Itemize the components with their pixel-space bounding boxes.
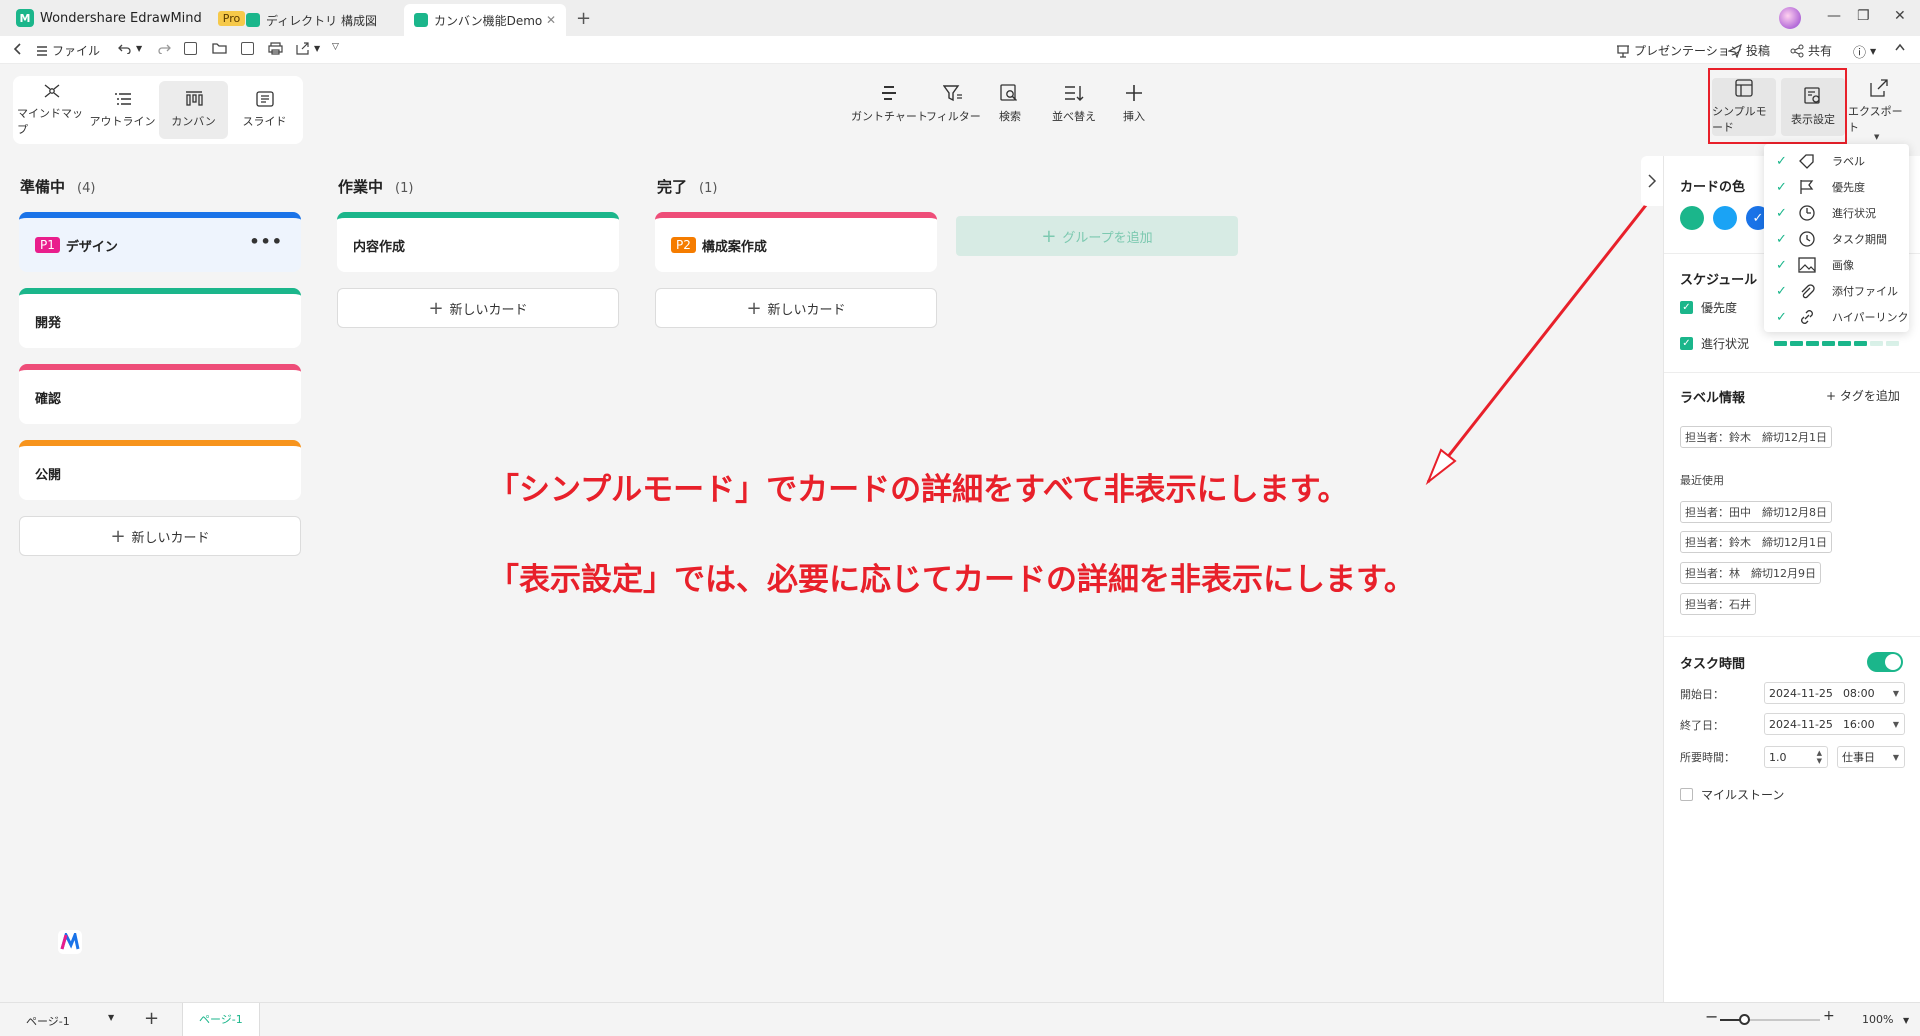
dropdown-arrow-icon: ▼ bbox=[1892, 719, 1899, 729]
task-time-toggle[interactable] bbox=[1867, 652, 1903, 672]
end-date-field[interactable]: 2024-11-25 16:00 ▼ bbox=[1764, 713, 1905, 735]
start-label: 開始日： bbox=[1680, 688, 1724, 701]
check-icon: ✓ bbox=[1776, 283, 1787, 299]
progress-bar[interactable] bbox=[1774, 341, 1899, 346]
progress-segment bbox=[1806, 341, 1819, 346]
zoom-level[interactable]: 100% ▼ bbox=[1862, 1013, 1909, 1026]
menu-item-text: タスク期間 bbox=[1832, 233, 1887, 246]
progress-segment bbox=[1870, 341, 1883, 346]
add-tag-button[interactable]: + タグを追加 bbox=[1826, 387, 1900, 404]
paperclip-icon bbox=[1801, 284, 1815, 299]
label-info-title: ラベル情報 bbox=[1680, 391, 1746, 406]
menu-item-attachment[interactable]: ✓ 添付ファイル bbox=[1764, 278, 1909, 304]
progress-label: 進行状況 bbox=[1701, 337, 1750, 351]
progress-segment bbox=[1886, 341, 1899, 346]
current-tag[interactable]: 担当者：鈴木 締切12月1日 bbox=[1680, 426, 1832, 448]
chevron-down-icon: ▼ bbox=[1902, 1016, 1910, 1025]
zoom-value: 100% bbox=[1862, 1013, 1894, 1026]
progress-segment bbox=[1854, 341, 1867, 346]
link-icon bbox=[1801, 310, 1813, 324]
progress-segment bbox=[1822, 341, 1835, 346]
priority-toggle[interactable]: ✓ 優先度 bbox=[1680, 299, 1737, 316]
menu-item-priority[interactable]: ✓ 優先度 bbox=[1764, 174, 1909, 200]
image-icon bbox=[1798, 257, 1816, 273]
menu-item-text: 優先度 bbox=[1832, 181, 1865, 194]
zoom-in-button[interactable]: + bbox=[1823, 1008, 1835, 1024]
tag-icon bbox=[1799, 154, 1814, 169]
dropdown-arrow-icon: ▼ bbox=[1892, 752, 1899, 762]
display-settings-menu: ✓ ラベル ✓ 優先度 ✓ 進行状況 ✓ タスク期間 ✓ 画像 ✓ 添付ファイル… bbox=[1764, 144, 1909, 332]
duration-label: 所要時間： bbox=[1680, 751, 1735, 764]
milestone-label: マイルストーン bbox=[1701, 788, 1785, 802]
menu-item-text: 進行状況 bbox=[1832, 207, 1876, 220]
zoom-slider-handle[interactable] bbox=[1739, 1014, 1750, 1025]
check-icon: ✓ bbox=[1776, 309, 1787, 325]
chevron-down-icon: ▼ bbox=[108, 1013, 115, 1022]
stepper-arrows-icon[interactable]: ▲ ▼ bbox=[1817, 749, 1822, 765]
page-select-label: ページ-1 bbox=[26, 1015, 70, 1028]
duration-unit: 仕事日 bbox=[1842, 751, 1875, 764]
checkbox-unchecked[interactable] bbox=[1680, 788, 1693, 801]
progress-segment bbox=[1838, 341, 1851, 346]
menu-item-progress[interactable]: ✓ 進行状況 bbox=[1764, 200, 1909, 226]
milestone-toggle[interactable]: マイルストーン bbox=[1680, 786, 1784, 803]
progress-segment bbox=[1774, 341, 1787, 346]
priority-label: 優先度 bbox=[1701, 301, 1738, 315]
task-time-title: タスク時間 bbox=[1680, 657, 1746, 672]
card-color-title: カードの色 bbox=[1680, 180, 1746, 195]
check-icon: ✓ bbox=[1776, 257, 1787, 273]
recent-tag[interactable]: 担当者：林 締切12月9日 bbox=[1680, 562, 1821, 584]
color-swatch[interactable] bbox=[1680, 206, 1704, 230]
menu-item-text: ラベル bbox=[1832, 155, 1865, 168]
progress-segment bbox=[1790, 341, 1803, 346]
annotation-arrow bbox=[1425, 171, 1674, 486]
start-time: 08:00 bbox=[1842, 686, 1875, 700]
progress-toggle[interactable]: ✓ 進行状況 bbox=[1680, 335, 1749, 352]
end-time: 16:00 bbox=[1842, 717, 1875, 731]
duration-unit-select[interactable]: 仕事日 ▼ bbox=[1837, 746, 1905, 768]
recent-tag[interactable]: 担当者：田中 締切12月8日 bbox=[1680, 501, 1832, 523]
end-date: 2024-11-25 bbox=[1769, 717, 1833, 731]
checkbox-checked[interactable]: ✓ bbox=[1680, 337, 1693, 350]
menu-item-task-period[interactable]: ✓ タスク期間 bbox=[1764, 226, 1909, 252]
check-icon: ✓ bbox=[1776, 179, 1787, 195]
recent-tag[interactable]: 担当者：鈴木 締切12月1日 bbox=[1680, 531, 1832, 553]
recent-tag[interactable]: 担当者：石井 bbox=[1680, 593, 1756, 615]
page-select[interactable]: ページ-1 ▼ bbox=[26, 1013, 116, 1029]
progress-icon bbox=[1799, 205, 1815, 221]
divider bbox=[1664, 636, 1920, 637]
check-icon: ✓ bbox=[1776, 205, 1787, 221]
status-bar: ページ-1 ▼ + ページ-1 − + 100% ▼ bbox=[0, 1002, 1920, 1036]
menu-item-hyperlink[interactable]: ✓ ハイパーリンク bbox=[1764, 304, 1909, 330]
menu-item-text: ハイパーリンク bbox=[1832, 311, 1909, 324]
start-date: 2024-11-25 bbox=[1769, 686, 1833, 700]
clock-icon bbox=[1799, 231, 1815, 247]
recent-title: 最近使用 bbox=[1680, 474, 1724, 487]
checkbox-checked[interactable]: ✓ bbox=[1680, 301, 1693, 314]
duration-stepper[interactable]: 1.0 ▲ ▼ bbox=[1764, 746, 1828, 768]
end-label: 終了日： bbox=[1680, 719, 1724, 732]
page-tab[interactable]: ページ-1 bbox=[182, 1003, 260, 1036]
chevron-right-icon bbox=[1648, 174, 1657, 188]
add-page-button[interactable]: + bbox=[144, 1008, 159, 1029]
menu-item-image[interactable]: ✓ 画像 bbox=[1764, 252, 1909, 278]
menu-item-text: 添付ファイル bbox=[1832, 285, 1898, 298]
check-icon: ✓ bbox=[1776, 231, 1787, 247]
check-icon: ✓ bbox=[1776, 153, 1787, 169]
divider bbox=[1664, 372, 1920, 373]
menu-item-text: 画像 bbox=[1832, 259, 1854, 272]
flag-icon bbox=[1800, 180, 1814, 194]
duration-value: 1.0 bbox=[1769, 750, 1787, 764]
dropdown-arrow-icon: ▼ bbox=[1892, 688, 1899, 698]
collapse-panel-button[interactable] bbox=[1641, 156, 1663, 206]
color-swatch[interactable] bbox=[1713, 206, 1737, 230]
start-date-field[interactable]: 2024-11-25 08:00 ▼ bbox=[1764, 682, 1905, 704]
menu-item-label[interactable]: ✓ ラベル bbox=[1764, 148, 1909, 174]
schedule-title: スケジュール bbox=[1680, 273, 1758, 288]
zoom-out-button[interactable]: − bbox=[1705, 1007, 1718, 1026]
